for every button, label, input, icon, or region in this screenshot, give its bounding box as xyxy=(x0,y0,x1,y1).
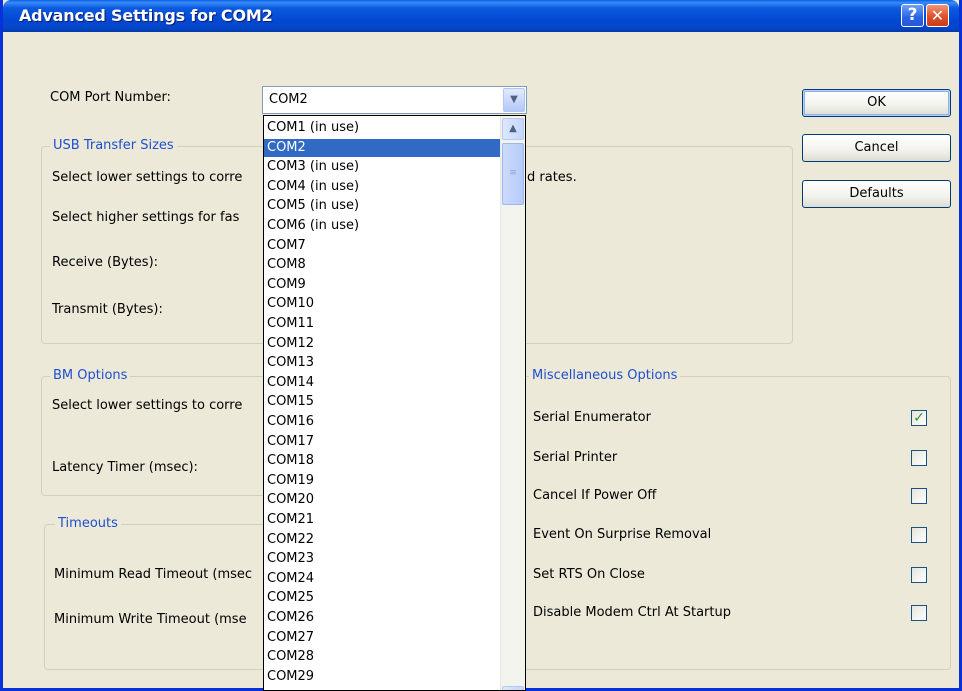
com-port-option[interactable]: COM5 (in use) xyxy=(264,197,500,215)
com-port-option[interactable]: COM1 (in use) xyxy=(264,119,500,137)
usb-group-title: USB Transfer Sizes xyxy=(50,138,177,153)
misc-option-label: Disable Modem Ctrl At Startup xyxy=(533,605,731,620)
help-button[interactable]: ? xyxy=(901,4,924,27)
transmit-label: Transmit (Bytes): xyxy=(52,302,163,317)
com-port-option[interactable]: COM22 xyxy=(264,531,500,549)
window-title: Advanced Settings for COM2 xyxy=(19,6,273,25)
receive-label: Receive (Bytes): xyxy=(52,255,159,270)
com-port-option[interactable]: COM3 (in use) xyxy=(264,158,500,176)
usb-hint-lower-tail: d rates. xyxy=(527,170,577,185)
bm-hint: Select lower settings to corre xyxy=(52,398,243,413)
latency-label: Latency Timer (msec): xyxy=(52,460,198,475)
timeouts-group-title: Timeouts xyxy=(55,516,121,531)
com-port-label: COM Port Number: xyxy=(50,90,171,105)
write-timeout-label: Minimum Write Timeout (mse xyxy=(54,612,247,627)
com-port-option[interactable]: COM21 xyxy=(264,511,500,529)
com-port-option[interactable]: COM13 xyxy=(264,354,500,372)
com-port-option[interactable]: COM6 (in use) xyxy=(264,217,500,235)
com-port-option[interactable]: COM20 xyxy=(264,491,500,509)
com-port-option[interactable]: COM17 xyxy=(264,433,500,451)
misc-option-label: Set RTS On Close xyxy=(533,567,645,582)
com-port-option[interactable]: COM4 (in use) xyxy=(264,178,500,196)
scrollbar-thumb[interactable]: ≡ xyxy=(502,143,524,205)
dropdown-scrollbar[interactable]: ▲ ≡ xyxy=(500,116,525,690)
com-port-option[interactable]: COM11 xyxy=(264,315,500,333)
title-bar[interactable]: Advanced Settings for COM2 ? ✕ xyxy=(3,0,959,32)
set-rts-on-close-checkbox[interactable] xyxy=(911,567,927,583)
serial-enumerator-checkbox[interactable]: ✓ xyxy=(911,410,927,426)
com-port-option[interactable]: COM12 xyxy=(264,335,500,353)
com-port-option[interactable]: COM14 xyxy=(264,374,500,392)
com-port-dropdown-list[interactable]: COM29 COM28 COM27 COM26 COM25 COM24 COM23 COM22… xyxy=(263,115,526,691)
com-port-option[interactable]: COM10 xyxy=(264,295,500,313)
com-port-option[interactable]: COM24 xyxy=(264,570,500,588)
misc-option-label: Cancel If Power Off xyxy=(533,488,657,503)
com-port-option[interactable]: COM15 xyxy=(264,393,500,411)
misc-group-title: Miscellaneous Options xyxy=(529,368,681,383)
com-port-option[interactable]: COM29 xyxy=(264,668,500,686)
event-on-surprise-removal-checkbox[interactable] xyxy=(911,527,927,543)
misc-option-label: Event On Surprise Removal xyxy=(533,527,712,542)
com-port-option[interactable]: COM19 xyxy=(264,472,500,490)
disable-modem-ctrl-checkbox[interactable] xyxy=(911,605,927,621)
defaults-button[interactable]: Defaults xyxy=(802,180,951,208)
com-port-option[interactable]: COM26 xyxy=(264,609,500,627)
com-port-option[interactable]: COM18 xyxy=(264,452,500,470)
scroll-down-button[interactable] xyxy=(502,686,524,690)
com-port-option[interactable]: COM28 xyxy=(264,648,500,666)
misc-option-label: Serial Printer xyxy=(533,450,618,465)
advanced-settings-dialog: Advanced Settings for COM2 ? ✕ COM Port … xyxy=(0,0,962,691)
com-port-option[interactable]: COM7 xyxy=(264,237,500,255)
close-button[interactable]: ✕ xyxy=(926,4,949,27)
chevron-up-icon[interactable]: ▲ xyxy=(502,118,524,140)
misc-option-label: Serial Enumerator xyxy=(533,410,651,425)
com-port-option[interactable]: COM8 xyxy=(264,256,500,274)
com-port-option[interactable]: COM23 xyxy=(264,550,500,568)
bm-group-title: BM Options xyxy=(50,368,131,383)
serial-printer-checkbox[interactable] xyxy=(911,450,927,466)
com-port-option[interactable]: COM16 xyxy=(264,413,500,431)
com-port-select[interactable]: COM2 ▼ xyxy=(262,86,527,114)
com-port-value: COM2 xyxy=(269,92,308,107)
com-port-option[interactable]: COM27 xyxy=(264,629,500,647)
ok-button[interactable]: OK xyxy=(802,89,951,117)
com-port-option[interactable]: COM2 xyxy=(264,138,500,157)
chevron-down-icon[interactable]: ▼ xyxy=(503,88,525,112)
com-port-option[interactable]: COM9 xyxy=(264,276,500,294)
usb-hint-higher: Select higher settings for fas xyxy=(52,210,240,225)
usb-hint-lower: Select lower settings to corre xyxy=(52,170,243,185)
checkmark-icon: ✓ xyxy=(913,410,925,426)
cancel-button[interactable]: Cancel xyxy=(802,134,951,162)
cancel-if-power-off-checkbox[interactable] xyxy=(911,488,927,504)
read-timeout-label: Minimum Read Timeout (msec xyxy=(54,567,253,582)
com-port-option[interactable]: COM25 xyxy=(264,589,500,607)
